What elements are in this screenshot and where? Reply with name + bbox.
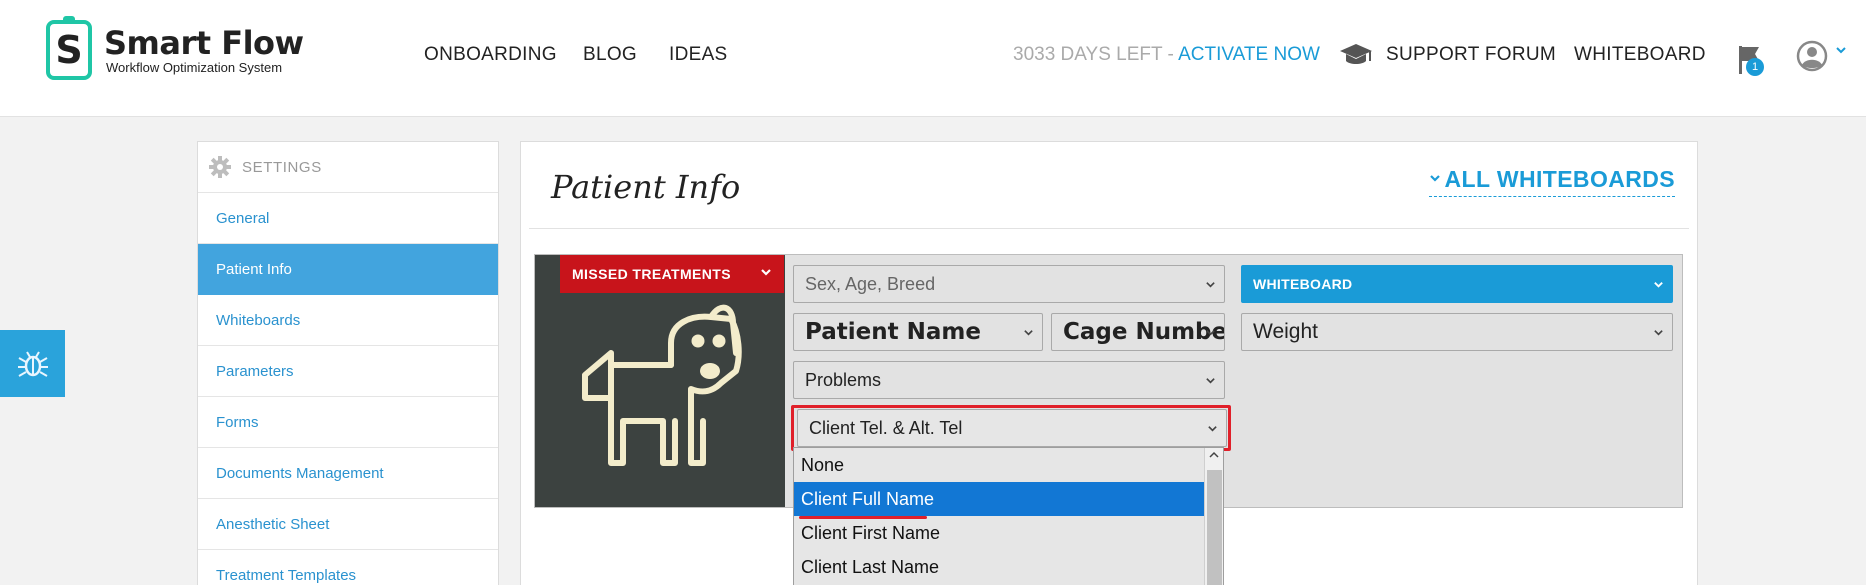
nav-whiteboard[interactable]: WHITEBOARD [1574,44,1706,66]
chevron-up-icon[interactable] [1209,450,1219,460]
sidebar-item-documents-management[interactable]: Documents Management [198,448,498,499]
brand-name: Smart Flow [104,23,304,62]
sidebar-item-patient-info[interactable]: Patient Info [198,244,498,295]
dropdown-option-client-first-name[interactable]: Client First Name [794,516,1204,550]
sidebar-item-forms[interactable]: Forms [198,397,498,448]
nav-support-forum[interactable]: SUPPORT FORUM [1386,44,1556,66]
settings-label: SETTINGS [242,158,322,176]
sidebar-item-anesthetic-sheet[interactable]: Anesthetic Sheet [198,499,498,550]
chevron-down-icon [1024,330,1033,336]
chevron-down-icon [1206,282,1215,288]
clipboard-logo-icon: S [46,16,92,80]
sidebar-item-parameters[interactable]: Parameters [198,346,498,397]
brand-tagline: Workflow Optimization System [106,59,283,75]
whiteboard-select[interactable]: WHITEBOARD [1241,265,1673,303]
focus-highlight-box [791,405,1231,451]
top-header: S Smart Flow Workflow Optimization Syste… [0,0,1866,117]
patient-name-select[interactable]: Patient Name [793,313,1043,351]
sidebar-item-whiteboards[interactable]: Whiteboards [198,295,498,346]
patient-card-preview: MISSED TREATMENTS [535,255,785,507]
cage-number-select[interactable]: Cage Numbe [1051,313,1225,351]
page-title: Patient Info [551,168,741,206]
days-left-text: 3033 DAYS LEFT - [1013,44,1179,65]
notification-badge: 1 [1746,58,1764,76]
annotation-underline [799,516,927,519]
activate-now-link[interactable]: ACTIVATE NOW [1178,44,1320,65]
chevron-down-icon [761,269,771,276]
all-whiteboards-link[interactable]: ALL WHITEBOARDS [1428,166,1675,197]
trial-status: 3033 DAYS LEFT - ACTIVATE NOW [1013,44,1320,66]
dropdown-option-none[interactable]: None [794,448,1204,482]
scrollbar-thumb[interactable] [1207,470,1222,585]
bug-report-widget[interactable] [0,330,65,397]
sidebar-item-general[interactable]: General [198,193,498,244]
title-divider [529,228,1689,229]
dropdown-scrollbar[interactable] [1204,448,1223,585]
weight-select[interactable]: Weight [1241,313,1673,351]
problems-select[interactable]: Problems [793,361,1225,399]
nav-onboarding[interactable]: ONBOARDING [424,44,557,66]
dropdown-option-client-last-name[interactable]: Client Last Name [794,550,1204,584]
sidebar-heading: SETTINGS [198,142,498,193]
sex-age-breed-select[interactable]: Sex, Age, Breed [793,265,1225,303]
chevron-down-icon [1654,330,1663,336]
gear-icon [209,156,231,178]
dropdown-option-client-full-name[interactable]: Client Full Name [794,482,1204,516]
nav-blog[interactable]: BLOG [583,44,637,66]
chevron-down-icon [1206,378,1215,384]
nav-ideas[interactable]: IDEAS [669,44,728,66]
brand-logo[interactable]: S Smart Flow Workflow Optimization Syste… [46,16,304,80]
chevron-down-icon [1429,175,1440,182]
graduation-cap-icon[interactable] [1339,42,1373,68]
dog-icon [582,304,742,466]
bug-icon [17,350,48,377]
chevron-down-icon [1654,282,1663,288]
sidebar-item-treatment-templates[interactable]: Treatment Templates [198,550,498,585]
settings-sidebar: SETTINGS General Patient Info Whiteboard… [197,141,499,585]
chevron-down-icon[interactable] [1835,44,1847,56]
missed-treatments-dropdown[interactable]: MISSED TREATMENTS [560,255,784,293]
user-avatar-icon[interactable] [1796,40,1828,72]
chevron-down-icon [1206,330,1215,336]
